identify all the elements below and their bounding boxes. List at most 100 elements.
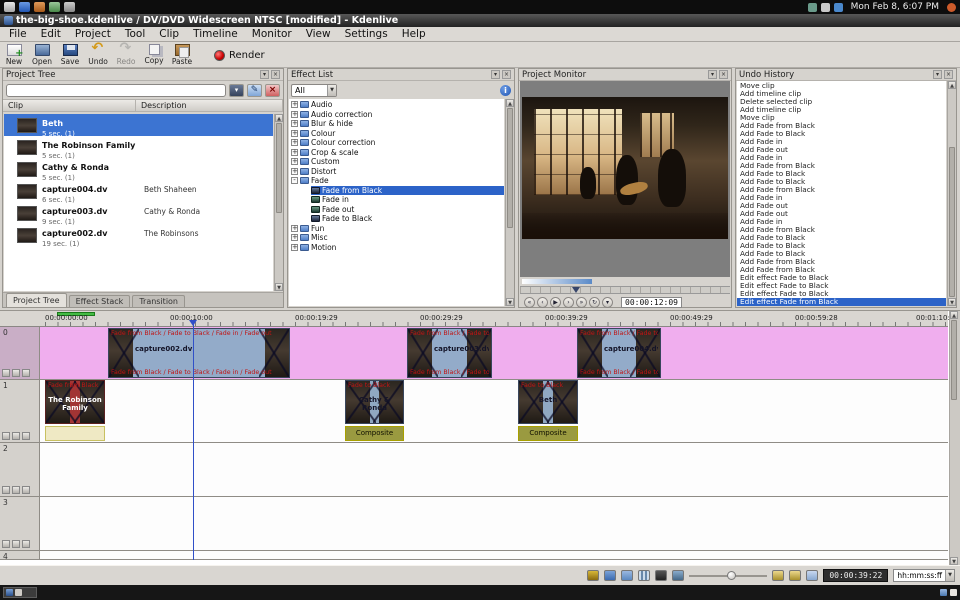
expander-icon[interactable]: -: [291, 177, 298, 184]
effect-row[interactable]: + Distort: [289, 167, 504, 177]
expander-icon[interactable]: +: [291, 244, 298, 251]
track-audio-icon[interactable]: [12, 486, 20, 494]
mail-icon[interactable]: [34, 2, 45, 12]
timeline-clip[interactable]: Fade to Black Beth: [518, 380, 578, 424]
split-audio-video-icon[interactable]: [587, 570, 599, 581]
track-3-header[interactable]: 3: [0, 497, 40, 550]
effect-row[interactable]: + Fun: [289, 224, 504, 234]
track-audio-icon[interactable]: [12, 369, 20, 377]
expander-icon[interactable]: +: [291, 139, 298, 146]
expander-icon[interactable]: [302, 215, 309, 222]
toolbar-button[interactable]: Open: [28, 42, 56, 66]
expander-icon[interactable]: +: [291, 225, 298, 232]
browser-icon[interactable]: [19, 2, 30, 12]
timeline-clip[interactable]: Fade from Black The Robinson Family: [45, 380, 105, 424]
track-4-header[interactable]: 4: [0, 551, 40, 559]
track-video-icon[interactable]: [2, 432, 10, 440]
effect-row[interactable]: + Colour: [289, 129, 504, 139]
scroll-up-arrow[interactable]: ▲: [275, 114, 283, 122]
track-video-icon[interactable]: [2, 486, 10, 494]
monitor-transport-button[interactable]: ↻: [589, 297, 600, 308]
edit-clip-button[interactable]: ✎: [247, 84, 262, 97]
expander-icon[interactable]: +: [291, 120, 298, 127]
toolbar-button[interactable]: Paste: [168, 42, 196, 66]
track-0-body[interactable]: Fade from Black / Fade to Black / Fade i…: [40, 327, 948, 379]
track-lock-icon[interactable]: [22, 432, 30, 440]
expander-icon[interactable]: +: [291, 101, 298, 108]
menu-item[interactable]: Edit: [34, 27, 68, 41]
undo-history-scrollbar[interactable]: ▲ ▼: [947, 81, 956, 306]
clock[interactable]: Mon Feb 8, 6:07 PM: [851, 2, 939, 12]
menu-item[interactable]: Project: [68, 27, 118, 41]
track-2-header[interactable]: 2: [0, 443, 40, 496]
pager-icon[interactable]: [940, 589, 947, 596]
project-tree-scrollbar[interactable]: ▲ ▼: [274, 114, 283, 291]
show-audio-thumbnails-icon[interactable]: [621, 570, 633, 581]
column-header-description[interactable]: Description: [136, 100, 283, 111]
track-audio-icon[interactable]: [12, 540, 20, 548]
scrollbar-thumb[interactable]: [951, 320, 957, 400]
playhead-line[interactable]: [193, 320, 194, 560]
logout-icon[interactable]: [947, 3, 956, 12]
timeline-clip[interactable]: Fade from Black / Fade to Black capture0…: [407, 328, 492, 378]
effect-row[interactable]: Fade in: [289, 195, 504, 205]
menu-item[interactable]: Timeline: [186, 27, 245, 41]
effect-row[interactable]: Fade out: [289, 205, 504, 215]
scroll-up-arrow[interactable]: ▲: [506, 99, 514, 107]
menu-item[interactable]: Tool: [118, 27, 152, 41]
expander-icon[interactable]: +: [291, 111, 298, 118]
monitor-playhead-marker[interactable]: [572, 287, 580, 293]
track-lock-icon[interactable]: [22, 486, 30, 494]
monitor-transport-button[interactable]: ▾: [602, 297, 613, 308]
toolbar-button[interactable]: New: [0, 42, 28, 66]
track-2-body[interactable]: [40, 443, 948, 496]
snap-icon[interactable]: [655, 570, 667, 581]
track-video-icon[interactable]: [2, 369, 10, 377]
zoom-in-icon[interactable]: [806, 570, 818, 581]
track-1-body[interactable]: Fade from Black The Robinson Family Fade…: [40, 380, 948, 442]
close-panel-button[interactable]: ×: [719, 70, 728, 79]
network-tray-icon[interactable]: [808, 3, 817, 12]
float-panel-button[interactable]: ▾: [260, 70, 269, 79]
effect-row[interactable]: + Audio: [289, 100, 504, 110]
menu-item[interactable]: Settings: [338, 27, 395, 41]
delete-clip-button[interactable]: ×: [265, 84, 280, 97]
volume-tray-icon[interactable]: [821, 3, 830, 12]
menu-item[interactable]: Help: [395, 27, 433, 41]
timeline-clip[interactable]: Fade from Black / Fade to Black / Fade i…: [108, 328, 290, 378]
timeline-vertical-scr­ollbar[interactable]: ▲ ▼: [949, 311, 960, 565]
fit-zoom-icon[interactable]: [672, 570, 684, 581]
add-clip-button[interactable]: ▾: [229, 84, 244, 97]
effect-info-button[interactable]: i: [500, 85, 511, 96]
zoom-original-icon[interactable]: [789, 570, 801, 581]
monitor-transport-button[interactable]: ›: [563, 297, 574, 308]
monitor-transport-button[interactable]: ‹: [537, 297, 548, 308]
panel-tab[interactable]: Transition: [132, 295, 185, 307]
transition[interactable]: [45, 426, 105, 441]
effect-row[interactable]: Fade from Black: [289, 186, 504, 196]
toolbar-button[interactable]: Copy: [140, 42, 168, 66]
project-search-input[interactable]: [6, 84, 226, 97]
track-3-body[interactable]: [40, 497, 948, 550]
effect-list-scrollbar[interactable]: ▲ ▼: [505, 99, 514, 306]
expander-icon[interactable]: +: [291, 158, 298, 165]
float-panel-button[interactable]: ▾: [933, 70, 942, 79]
scrollbar-thumb[interactable]: [507, 108, 513, 228]
window-title-bar[interactable]: the-big-shoe.kdenlive / DV/DVD Widescree…: [0, 14, 960, 27]
scroll-down-arrow[interactable]: ▼: [506, 298, 514, 306]
monitor-zoom-bar[interactable]: [522, 279, 592, 284]
monitor-transport-button[interactable]: »: [576, 297, 587, 308]
toolbar-button[interactable]: Redo: [112, 42, 140, 66]
transition[interactable]: Composite: [345, 426, 404, 441]
column-header-clip[interactable]: Clip: [3, 100, 136, 111]
track-lock-icon[interactable]: [22, 369, 30, 377]
close-panel-button[interactable]: ×: [944, 70, 953, 79]
monitor-transport-button[interactable]: ▶: [550, 297, 561, 308]
scroll-up-arrow[interactable]: ▲: [948, 81, 956, 89]
scroll-down-arrow[interactable]: ▼: [948, 298, 956, 306]
show-markers-icon[interactable]: [638, 570, 650, 581]
terminal-icon[interactable]: [64, 2, 75, 12]
expander-icon[interactable]: [302, 196, 309, 203]
menu-item[interactable]: View: [299, 27, 338, 41]
expander-icon[interactable]: +: [291, 149, 298, 156]
